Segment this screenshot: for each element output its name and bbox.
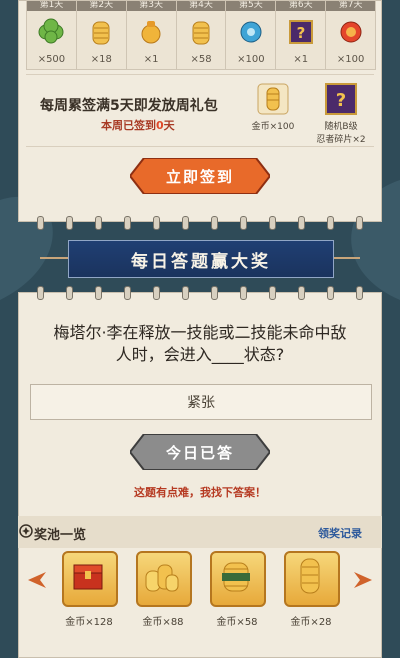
day-label: 第4天 <box>176 1 226 11</box>
prize-pool-title: 奖池一览 <box>34 528 87 543</box>
svg-text:?: ? <box>336 90 346 111</box>
day-cell-6: 第6天 ? ×1 <box>276 1 327 69</box>
weekly-signin-status: 本周已签到0天 <box>101 117 175 133</box>
prize-label: 金币×88 <box>142 617 184 628</box>
day-qty: ×18 <box>90 54 112 65</box>
prize-label: 金币×28 <box>290 617 332 628</box>
prize-label: 金币×58 <box>216 617 258 628</box>
prize-label: 金币×128 <box>65 617 113 628</box>
mystery-shard-icon: ? <box>325 83 357 115</box>
day-qty: ×100 <box>336 54 365 65</box>
find-answer-link[interactable]: 这题有点难，我找下答案！ <box>0 484 400 500</box>
banner-ornament-right <box>330 257 360 259</box>
day-label: 第6天 <box>276 1 326 11</box>
red-token-icon <box>340 21 362 43</box>
treasure-chest-icon <box>62 551 118 607</box>
day-label: 第7天 <box>326 1 376 11</box>
answer-option[interactable]: 紧张 <box>30 384 372 420</box>
pool-star-icon <box>19 524 33 538</box>
day-qty: ×58 <box>190 54 212 65</box>
signin-button[interactable]: 立即签到 <box>130 158 270 194</box>
day-cell-3: 第3天 ×1 <box>126 1 177 69</box>
scroll-left-arrow-icon[interactable] <box>24 570 48 590</box>
status-suffix: 天 <box>163 119 175 132</box>
reward-label-line1: 随机B级 <box>324 122 358 132</box>
weekly-gift-title: 每周累签满5天即发放周礼包 <box>40 98 218 114</box>
coin-stack-icon <box>192 21 210 45</box>
day-label: 第3天 <box>126 1 176 11</box>
gift-pack-icon <box>38 18 64 44</box>
signin-button-label: 立即签到 <box>165 167 234 186</box>
checkin-panel: 第1天 ×500 第2天 ×18 第3天 ×1 第4天 ×58 第5天 ×100… <box>18 0 382 230</box>
coin-stack-icon <box>92 21 110 45</box>
banner-ornament-left <box>40 257 70 259</box>
answered-button-label: 今日已答 <box>165 443 234 462</box>
binder-rings <box>18 286 382 300</box>
day-cell-2: 第2天 ×18 <box>76 1 127 69</box>
day-qty: ×100 <box>237 54 265 65</box>
day-label: 第1天 <box>27 1 76 11</box>
day-qty: ×1 <box>143 54 159 65</box>
prize-item-2: 金币×88 <box>136 551 192 628</box>
divider <box>26 146 374 147</box>
day-label: 第2天 <box>76 1 126 11</box>
reward-label: 金币×100 <box>251 122 295 132</box>
coin-pile-icon <box>136 551 192 607</box>
day-cell-1: 第1天 ×500 <box>27 1 77 69</box>
day-cell-5: 第5天 ×100 <box>226 1 277 69</box>
weekly-reward-shard: ? 随机B级 忍者碎片×2 <box>309 82 373 145</box>
status-prefix: 本周已签到 <box>101 119 156 132</box>
divider <box>26 74 374 75</box>
quiz-question: 梅塔尔·李在释放一技能或二技能未命中敌 人时，会进入____状态? <box>30 322 370 366</box>
reward-label-line2: 忍者碎片×2 <box>316 135 366 145</box>
week-strip: 第1天 ×500 第2天 ×18 第3天 ×1 第4天 ×58 第5天 ×100… <box>26 0 376 70</box>
quiz-banner: 每日答题赢大奖 <box>68 240 334 278</box>
coin-pile-icon <box>210 551 266 607</box>
mystery-shard-icon: ? <box>288 20 313 44</box>
coin-stack-icon <box>257 83 289 115</box>
prize-item-3: 金币×58 <box>210 551 266 628</box>
day-cell-4: 第4天 ×58 <box>176 1 227 69</box>
gold-bag-icon <box>141 21 161 44</box>
day-label: 第5天 <box>226 1 276 11</box>
prize-item-4: 金币×28 <box>284 551 340 628</box>
question-line-2: 人时，会进入____状态? <box>115 345 285 364</box>
scroll-right-arrow-icon[interactable] <box>352 570 376 590</box>
svg-text:?: ? <box>296 24 305 42</box>
reward-record-link[interactable]: 领奖记录 <box>318 525 362 541</box>
day-cell-7: 第7天 ×100 <box>326 1 376 69</box>
day-qty: ×500 <box>37 54 66 65</box>
prize-item-1: 金币×128 <box>62 551 118 628</box>
binder-rings <box>18 216 382 230</box>
signin-count: 0 <box>156 119 164 132</box>
question-line-1: 梅塔尔·李在释放一技能或二技能未命中敌 <box>53 323 347 342</box>
blue-orb-icon <box>240 21 262 43</box>
coin-stack-icon <box>284 551 340 607</box>
day-qty: ×1 <box>293 54 309 65</box>
answered-today-button[interactable]: 今日已答 <box>130 434 270 470</box>
weekly-reward-coins: 金币×100 <box>243 82 303 132</box>
